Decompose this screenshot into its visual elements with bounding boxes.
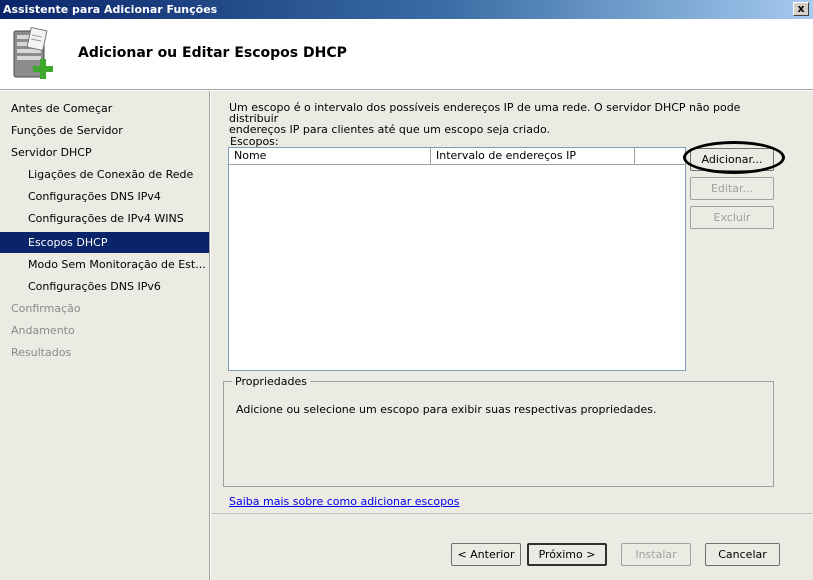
delete-scope-button: Excluir [690, 206, 774, 229]
close-button[interactable]: x [793, 2, 809, 16]
sidebar-item-confirmacao: Confirmação [11, 302, 81, 315]
add-scope-button[interactable]: Adicionar... [690, 148, 774, 171]
server-add-icon [13, 27, 53, 79]
description-line-2: endereços IP para clientes até que um es… [229, 123, 550, 136]
sidebar-item-dns-ipv4[interactable]: Configurações DNS IPv4 [0, 186, 209, 207]
properties-groupbox: Propriedades Adicione ou selecione um es… [223, 375, 774, 487]
window-title-bar[interactable]: Assistente para Adicionar Funções x [0, 0, 813, 19]
close-icon: x [797, 2, 805, 15]
description-line-1: Um escopo é o intervalo dos possíveis en… [229, 101, 741, 125]
column-header-empty[interactable] [635, 148, 685, 165]
sidebar-item-ligacoes-de-conexao[interactable]: Ligações de Conexão de Rede [0, 164, 209, 185]
learn-more-link[interactable]: Saiba mais sobre como adicionar escopos [229, 495, 460, 508]
column-header-intervalo[interactable]: Intervalo de endereços IP [431, 148, 635, 165]
install-button: Instalar [621, 543, 691, 566]
description-text: Um escopo é o intervalo dos possíveis en… [229, 102, 789, 135]
sidebar-item-funcoes-de-servidor[interactable]: Funções de Servidor [0, 120, 209, 141]
main-panel: Um escopo é o intervalo dos possíveis en… [211, 91, 813, 580]
wizard-header: Adicionar ou Editar Escopos DHCP [0, 19, 813, 90]
properties-legend: Propriedades [232, 375, 310, 388]
sidebar-item-escopos-dhcp[interactable]: Escopos DHCP [0, 232, 209, 253]
sidebar-item-servidor-dhcp[interactable]: Servidor DHCP [0, 142, 209, 163]
column-header-nome[interactable]: Nome [229, 148, 431, 165]
properties-text: Adicione ou selecione um escopo para exi… [236, 403, 657, 416]
sidebar-item-resultados: Resultados [11, 346, 72, 359]
sidebar-item-ipv4-wins[interactable]: Configurações de IPv4 WINS [0, 208, 209, 229]
sidebar-item-antes-de-comecar[interactable]: Antes de Começar [0, 98, 209, 119]
edit-scope-button: Editar... [690, 177, 774, 200]
wizard-steps-sidebar: Antes de Começar Funções de Servidor Ser… [0, 91, 210, 580]
next-button[interactable]: Próximo > [527, 543, 607, 566]
footer-divider [211, 513, 813, 514]
sidebar-item-dns-ipv6[interactable]: Configurações DNS IPv6 [0, 276, 209, 297]
scopes-list-header: Nome Intervalo de endereços IP [229, 148, 685, 165]
scopes-list[interactable]: Nome Intervalo de endereços IP [228, 147, 686, 371]
back-button[interactable]: < Anterior [451, 543, 521, 566]
cancel-button[interactable]: Cancelar [705, 543, 780, 566]
sidebar-item-andamento: Andamento [11, 324, 75, 337]
page-title: Adicionar ou Editar Escopos DHCP [78, 45, 347, 61]
window-title: Assistente para Adicionar Funções [3, 3, 218, 16]
sidebar-item-modo-sem-monitoracao[interactable]: Modo Sem Monitoração de Est... [0, 254, 209, 275]
